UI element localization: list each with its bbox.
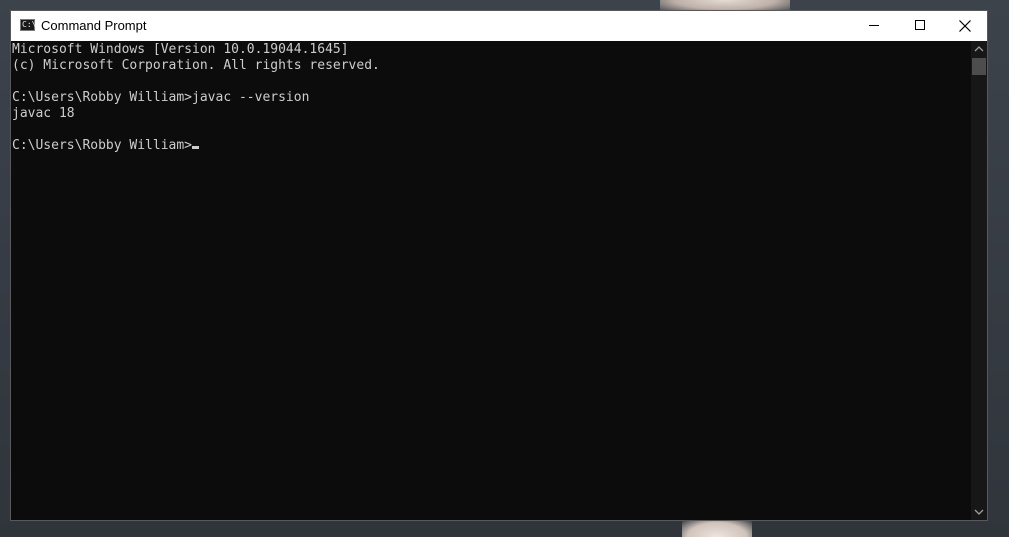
- window-title: Command Prompt: [41, 18, 147, 33]
- text-cursor: [192, 146, 200, 149]
- command-prompt-window[interactable]: C:\ Command Prompt Microsoft Windows [Ve…: [10, 10, 988, 521]
- close-button[interactable]: [942, 11, 988, 41]
- minimize-icon: [869, 25, 879, 26]
- vertical-scrollbar[interactable]: [971, 41, 987, 520]
- console-prompt-line[interactable]: C:\Users\Robby William>: [12, 138, 971, 154]
- maximize-button[interactable]: [897, 11, 943, 41]
- console-line: javac 18: [12, 106, 75, 121]
- chevron-up-icon[interactable]: [974, 45, 984, 53]
- console-line: C:\Users\Robby William>javac --version: [12, 90, 310, 105]
- title-bar[interactable]: C:\ Command Prompt: [11, 11, 987, 41]
- console-output[interactable]: Microsoft Windows [Version 10.0.19044.16…: [11, 41, 971, 520]
- console-prompt: C:\Users\Robby William>: [12, 138, 193, 153]
- scrollbar-thumb[interactable]: [972, 58, 986, 75]
- minimize-button[interactable]: [851, 11, 897, 41]
- cmd-prompt-icon[interactable]: C:\: [20, 19, 37, 31]
- console-line: (c) Microsoft Corporation. All rights re…: [12, 58, 380, 73]
- maximize-icon: [915, 20, 925, 30]
- cmd-prompt-icon-glyph: C:\: [22, 20, 37, 29]
- console-line: Microsoft Windows [Version 10.0.19044.16…: [12, 42, 349, 57]
- chevron-down-icon[interactable]: [974, 508, 984, 516]
- wallpaper-figure-bottom: [682, 520, 752, 537]
- close-icon: [959, 20, 971, 32]
